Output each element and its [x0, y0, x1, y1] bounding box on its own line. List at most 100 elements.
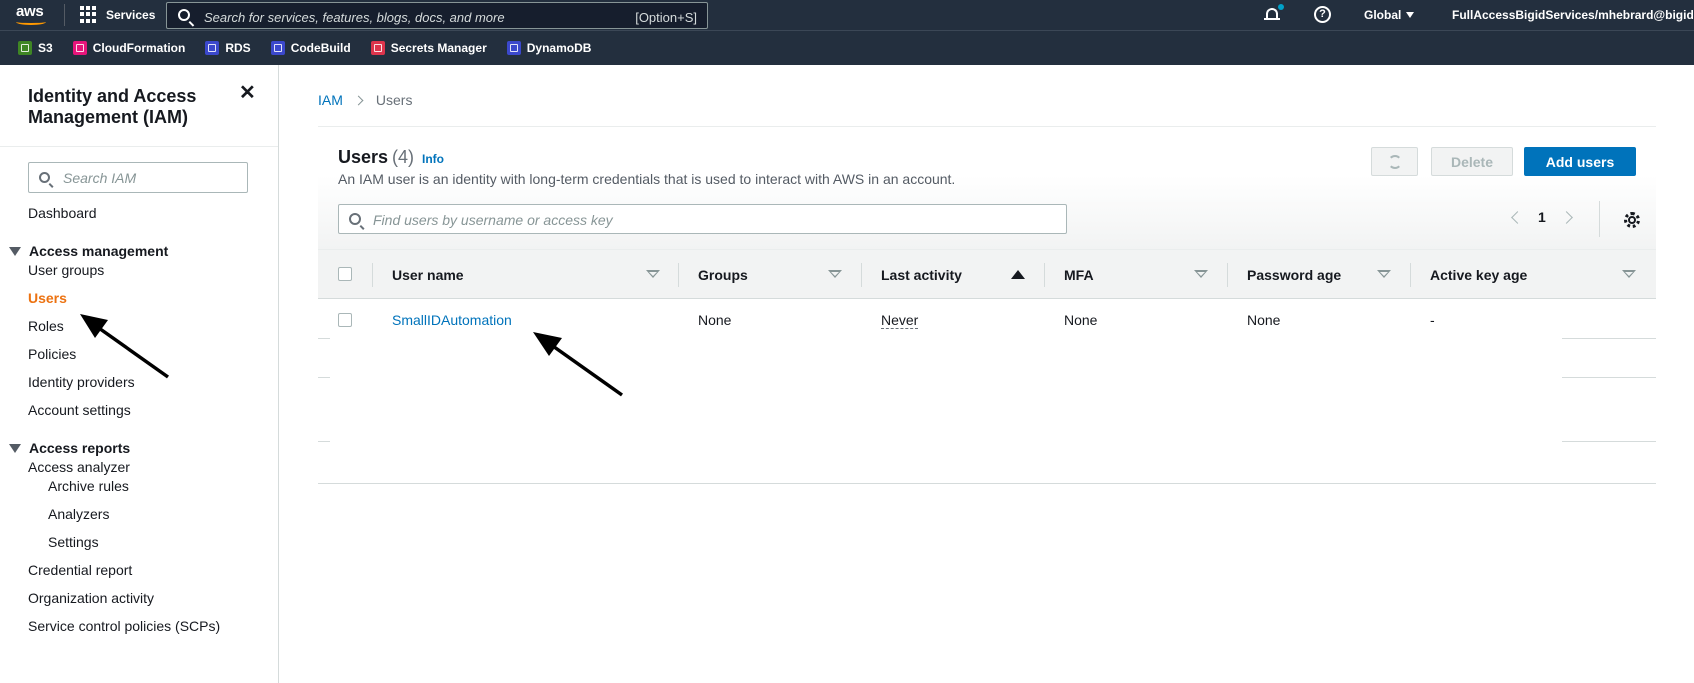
- chevron-right-icon[interactable]: [1559, 210, 1573, 224]
- section-access-management[interactable]: Access management: [9, 243, 168, 259]
- sidebar-item-settings[interactable]: Settings: [48, 534, 99, 550]
- sidebar-item-policies[interactable]: Policies: [28, 346, 76, 362]
- page-number[interactable]: 1: [1538, 209, 1546, 225]
- row-divider: [1562, 377, 1656, 378]
- user-name-link[interactable]: SmallIDAutomation: [392, 312, 512, 328]
- sidebar-item-organization-activity[interactable]: Organization activity: [28, 590, 154, 606]
- close-icon[interactable]: ✕: [239, 83, 256, 103]
- column-header-groups[interactable]: Groups: [698, 250, 748, 300]
- notifications-bell-icon[interactable]: [1264, 4, 1284, 22]
- column-label: Password age: [1247, 267, 1342, 283]
- column-label: Last activity: [881, 267, 962, 283]
- gear-icon[interactable]: [1623, 211, 1641, 229]
- section-heading: Access reports: [29, 440, 131, 456]
- sort-icon[interactable]: [828, 270, 842, 278]
- sidebar-item-dashboard[interactable]: Dashboard: [28, 205, 97, 221]
- sidebar-item-archive-rules[interactable]: Archive rules: [48, 478, 129, 494]
- users-panel-header: Users (4) Info An IAM user is an identity…: [318, 127, 1656, 249]
- column-label: MFA: [1064, 267, 1094, 283]
- sidebar-item-access-analyzer[interactable]: Access analyzer: [28, 459, 130, 475]
- sidebar-item-user-groups[interactable]: User groups: [28, 262, 104, 278]
- sidebar-item-roles[interactable]: Roles: [28, 318, 64, 334]
- column-header-active-key-age[interactable]: Active key age: [1430, 250, 1527, 300]
- service-icon: [270, 41, 285, 55]
- users-panel: Users (4) Info An IAM user is an identity…: [318, 126, 1656, 484]
- select-all-checkbox[interactable]: [338, 267, 352, 281]
- column-header-last-activity[interactable]: Last activity: [881, 250, 962, 300]
- favorite-cloudformation[interactable]: CloudFormation: [72, 41, 186, 55]
- table-row: SmallIDAutomation None Never None None -: [318, 299, 1656, 341]
- active-key-age-cell: -: [1430, 312, 1435, 328]
- sidebar-item-analyzers[interactable]: Analyzers: [48, 506, 109, 522]
- sidebar-item-scps[interactable]: Service control policies (SCPs): [28, 618, 220, 634]
- favorite-label: RDS: [225, 41, 251, 55]
- page-title: Users (4): [338, 147, 414, 168]
- favorite-dynamodb[interactable]: DynamoDB: [506, 41, 592, 55]
- column-divider: [678, 263, 679, 287]
- favorite-s3[interactable]: S3: [18, 41, 53, 55]
- global-search-input[interactable]: Search for services, features, blogs, do…: [166, 2, 708, 29]
- refresh-button[interactable]: [1371, 147, 1418, 176]
- sort-ascending-icon[interactable]: [1011, 270, 1025, 279]
- info-link[interactable]: Info: [422, 152, 444, 166]
- service-icon: [205, 41, 220, 55]
- favorite-secrets-manager[interactable]: Secrets Manager: [370, 41, 487, 55]
- section-access-reports[interactable]: Access reports: [9, 440, 130, 456]
- users-count: (4): [392, 147, 415, 167]
- row-checkbox[interactable]: [338, 313, 352, 327]
- favorite-label: S3: [38, 41, 53, 55]
- sort-icon[interactable]: [1377, 270, 1391, 278]
- last-activity-cell[interactable]: Never: [881, 312, 919, 329]
- sidebar-item-users[interactable]: Users: [28, 290, 67, 306]
- sort-icon[interactable]: [1622, 270, 1636, 278]
- aws-logo[interactable]: aws: [16, 3, 48, 27]
- service-icon: [18, 41, 32, 55]
- account-menu[interactable]: FullAccessBigidServices/mhebrard@bigid.c…: [1452, 8, 1694, 22]
- chevron-right-icon: [353, 95, 364, 105]
- sidebar-item-credential-report[interactable]: Credential report: [28, 562, 132, 578]
- sidebar-item-identity-providers[interactable]: Identity providers: [28, 374, 135, 390]
- row-divider: [318, 338, 330, 339]
- panel-bottom-border: [318, 483, 1656, 484]
- sidebar-search-placeholder: Search IAM: [63, 170, 137, 186]
- favorite-label: DynamoDB: [526, 41, 592, 55]
- aws-logo-smile: [16, 19, 46, 25]
- breadcrumb: IAM Users: [318, 92, 412, 108]
- column-divider: [1410, 263, 1411, 287]
- breadcrumb-iam-link[interactable]: IAM: [318, 92, 343, 108]
- sidebar-search-input[interactable]: Search IAM: [28, 162, 248, 193]
- favorite-label: CloudFormation: [92, 41, 186, 55]
- sidebar-item-account-settings[interactable]: Account settings: [28, 402, 131, 418]
- sort-icon[interactable]: [646, 270, 660, 278]
- password-age-cell: None: [1247, 312, 1281, 328]
- column-header-password-age[interactable]: Password age: [1247, 250, 1341, 300]
- sidebar-divider: [0, 146, 278, 147]
- add-users-button[interactable]: Add users: [1524, 147, 1636, 176]
- help-icon[interactable]: ?: [1314, 6, 1331, 23]
- column-header-user-name[interactable]: User name: [392, 250, 464, 300]
- chevron-left-icon[interactable]: [1511, 210, 1524, 224]
- column-header-mfa[interactable]: MFA: [1064, 250, 1094, 300]
- search-icon: [39, 172, 50, 183]
- favorite-codebuild[interactable]: CodeBuild: [270, 41, 351, 55]
- row-divider: [318, 377, 330, 378]
- favorite-rds[interactable]: RDS: [205, 41, 251, 55]
- pagination-divider: [1599, 201, 1600, 237]
- users-title: Users: [338, 147, 389, 167]
- region-selector[interactable]: Global: [1364, 8, 1415, 22]
- refresh-icon: [1387, 154, 1402, 169]
- favorite-label: Secrets Manager: [390, 41, 487, 55]
- caret-down-icon: [9, 246, 21, 256]
- column-divider: [1227, 263, 1228, 287]
- favorite-label: CodeBuild: [290, 41, 351, 55]
- column-label: Groups: [698, 267, 748, 283]
- sidebar: Identity and Access Management (IAM) ✕ S…: [0, 65, 279, 683]
- column-divider: [1044, 263, 1045, 287]
- user-filter-input[interactable]: Find users by username or access key: [338, 204, 1067, 234]
- services-menu-button[interactable]: Services: [80, 6, 155, 23]
- column-label: Active key age: [1430, 267, 1528, 283]
- column-label: User name: [392, 267, 464, 283]
- global-search-placeholder: Search for services, features, blogs, do…: [204, 10, 505, 25]
- sort-icon[interactable]: [1194, 270, 1208, 278]
- delete-button[interactable]: Delete: [1431, 147, 1513, 176]
